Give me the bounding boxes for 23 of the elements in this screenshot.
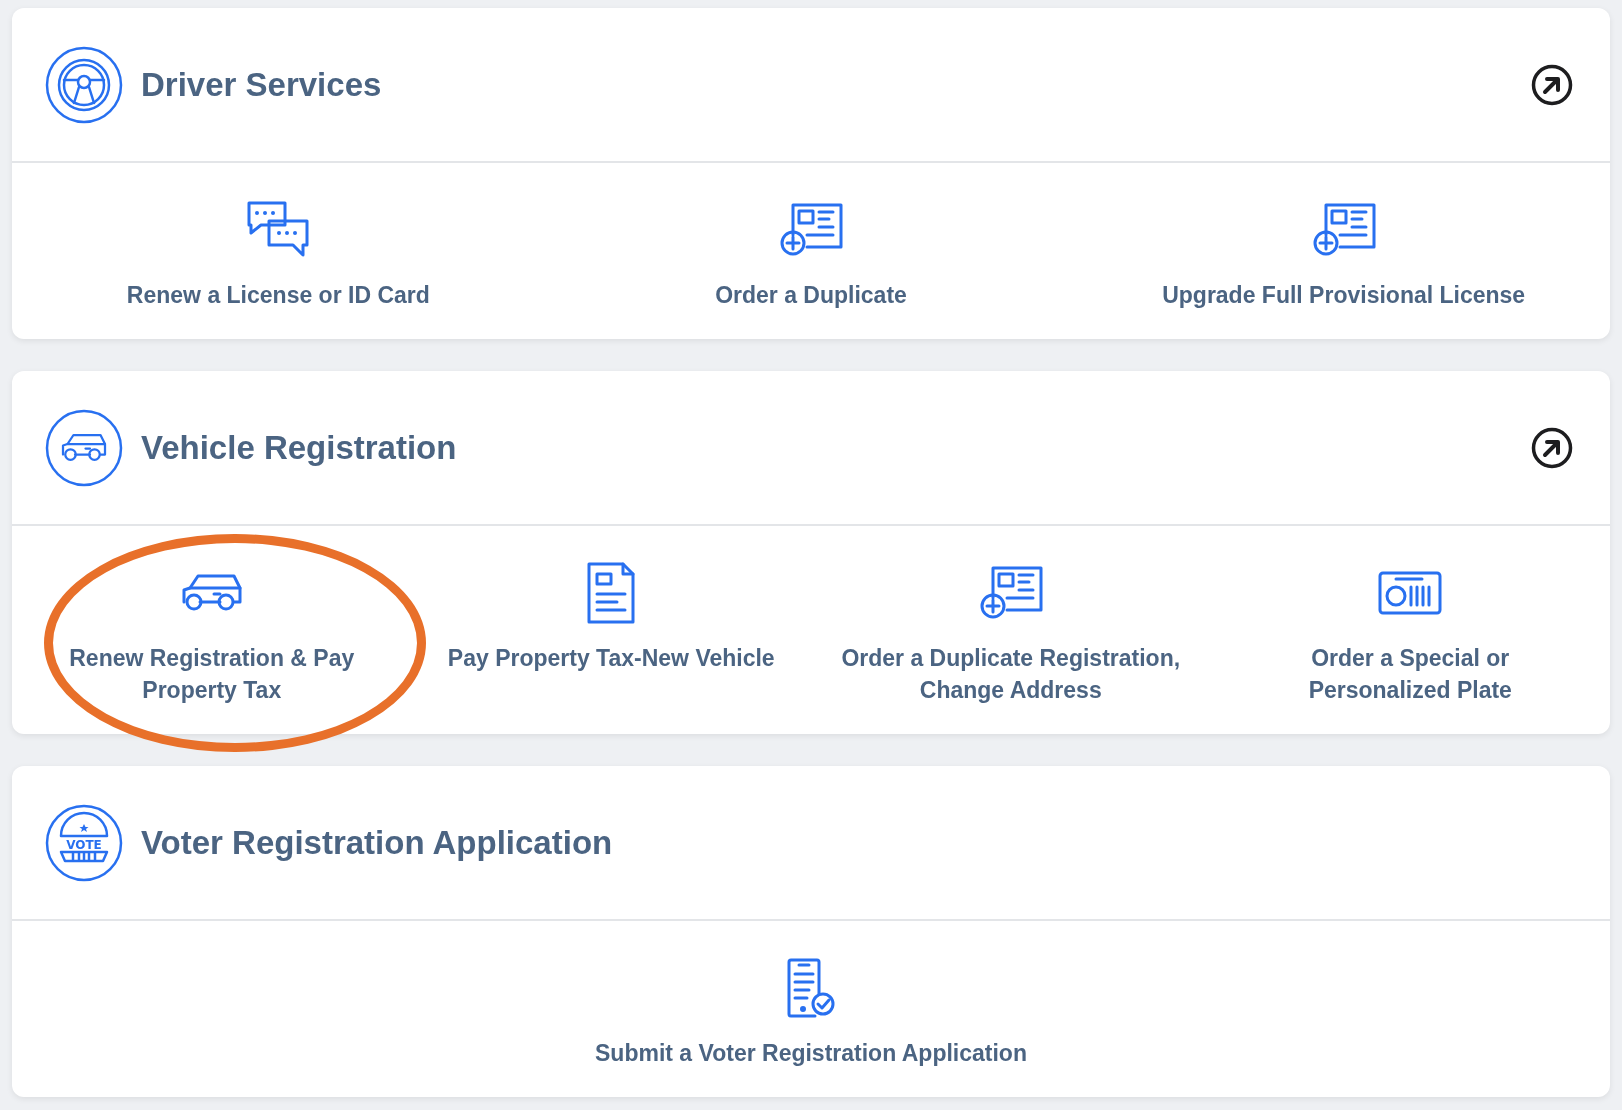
service-link[interactable]: Order a Special or Personalized Plate	[1237, 560, 1583, 706]
document-icon	[587, 562, 636, 624]
service-link[interactable]: Upgrade Full Provisional License	[1162, 197, 1526, 311]
car-icon	[45, 408, 123, 487]
service-link[interactable]: Submit a Voter Registration Application	[595, 955, 1027, 1069]
section-title: Vehicle Registration	[141, 427, 458, 468]
service-link[interactable]: Renew a License or ID Card	[126, 197, 430, 311]
id-card-plus-icon	[978, 566, 1043, 620]
id-card-plus-icon	[779, 203, 843, 257]
section-title: Driver Services	[141, 64, 383, 105]
phone-checklist-icon	[787, 958, 835, 1018]
steering-wheel-icon	[45, 45, 123, 124]
external-link-icon[interactable]	[1531, 426, 1573, 469]
service-link[interactable]: Renew Registration & Pay Property Tax	[39, 560, 385, 706]
id-card-plus-icon	[1311, 203, 1376, 257]
license-plate-icon	[1378, 571, 1443, 615]
external-link-icon[interactable]	[1531, 63, 1573, 106]
service-link[interactable]: Pay Property Tax-New Vehicle	[447, 560, 775, 706]
chat-bubbles-icon	[247, 201, 310, 259]
section-title: Voter Registration Application	[141, 822, 614, 863]
service-link[interactable]: Order a Duplicate	[715, 197, 907, 311]
vote-badge-icon: VOTE	[45, 803, 123, 882]
service-link[interactable]: Order a Duplicate Registration, Change Address	[838, 560, 1184, 706]
